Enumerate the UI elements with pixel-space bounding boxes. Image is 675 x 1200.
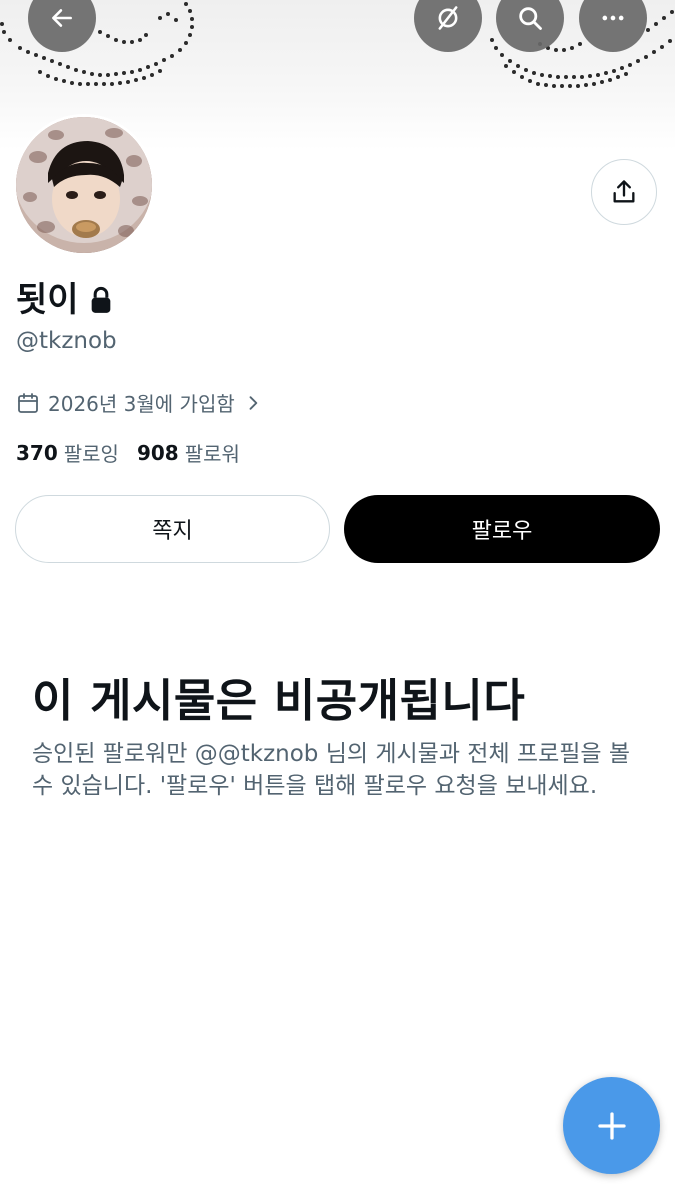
compose-button[interactable] bbox=[563, 1077, 660, 1174]
avatar[interactable] bbox=[13, 114, 155, 256]
arrow-left-icon bbox=[52, 9, 72, 27]
follow-stats: 370 팔로잉 908 팔로워 bbox=[16, 438, 240, 467]
display-name: 됫이 bbox=[16, 280, 79, 320]
following-label: 팔로잉 bbox=[63, 442, 119, 466]
grok-slash-icon bbox=[438, 6, 458, 30]
lock-icon bbox=[91, 286, 110, 313]
search-icon bbox=[519, 7, 542, 30]
ellipsis-icon bbox=[602, 15, 624, 21]
following-link[interactable]: 370 팔로잉 bbox=[16, 438, 119, 467]
share-icon bbox=[613, 180, 635, 203]
calendar-icon bbox=[18, 392, 38, 413]
private-notice-title: 이 게시물은 비공개됩니다 bbox=[32, 674, 526, 727]
following-count: 370 bbox=[16, 440, 58, 465]
private-notice-description: 승인된 팔로워만 @@tkznob 님의 게시물과 전체 프로필을 볼 수 있습… bbox=[32, 741, 631, 799]
plus-icon bbox=[597, 1111, 626, 1140]
handle: @tkznob bbox=[16, 328, 117, 354]
display-name-row: 됫이 bbox=[16, 276, 113, 324]
followers-link[interactable]: 908 팔로워 bbox=[137, 438, 240, 467]
share-button[interactable] bbox=[591, 159, 657, 225]
chevron-right-icon bbox=[249, 395, 257, 410]
joined-text: 2026년 3월에 가입함 bbox=[48, 392, 235, 416]
followers-count: 908 bbox=[136, 440, 179, 465]
follow-button[interactable]: 팔로우 bbox=[344, 495, 660, 563]
avatar-image bbox=[16, 117, 152, 253]
joined-date[interactable]: 2026년 3월에 가입함 bbox=[16, 388, 263, 417]
message-button[interactable]: 쪽지 bbox=[15, 495, 330, 563]
followers-label: 팔로워 bbox=[184, 442, 240, 466]
